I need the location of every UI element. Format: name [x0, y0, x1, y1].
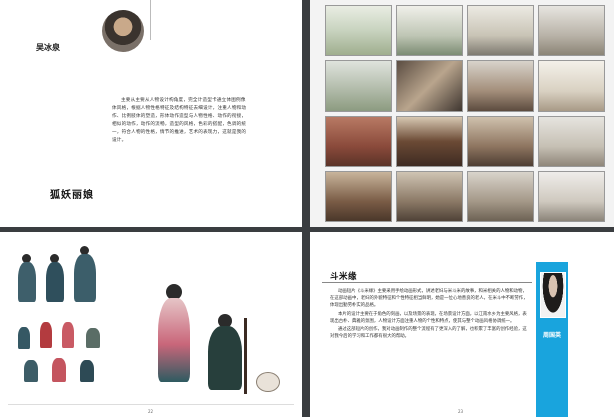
scene-thumbnail[interactable] [325, 5, 392, 57]
scene-thumbnail[interactable] [396, 60, 463, 112]
character-figure[interactable] [52, 358, 66, 382]
body-paragraph: 动画短片《斗米缘》主要采用手绘动画形式，讲述老妇与米斗米的故事，和米相关的人物和… [330, 289, 528, 309]
scene-thumbnail[interactable] [467, 5, 534, 57]
scene-thumbnail[interactable] [538, 5, 605, 57]
spread-page-author-intro: 吴冰泉 主要从主要从人物设计构角度，完全计造型卡通立体图例像体风格，根据人物性格… [0, 0, 302, 227]
intro-paragraph: 主要从主要从人物设计构角度，完全计造型卡通立体图例像体风格，根据人物性格特征及结… [112, 98, 247, 143]
author-name: 吴冰泉 [36, 43, 60, 52]
character-figure[interactable] [46, 262, 64, 302]
character-figure[interactable] [74, 254, 96, 302]
page-footer-rule [8, 404, 294, 405]
scene-thumbnail[interactable] [538, 170, 605, 222]
character-figure[interactable] [40, 322, 52, 348]
author-photo [102, 10, 144, 52]
work-title: 狐妖丽娘 [50, 190, 94, 201]
character-figure[interactable] [18, 262, 36, 302]
scene-thumbnail[interactable] [325, 170, 392, 222]
body-text: 动画短片《斗米缘》主要采用手绘动画形式，讲述老妇与米斗米的故事，和米相关的人物和… [330, 288, 530, 341]
scene-thumbnail[interactable] [538, 115, 605, 167]
author-name: 周国英 [542, 332, 561, 339]
scene-thumbnail-grid [325, 5, 605, 222]
page-number: 23 [458, 409, 464, 414]
animal-character[interactable] [256, 372, 280, 392]
author-photo [540, 272, 566, 318]
scene-thumbnail[interactable] [396, 5, 463, 57]
page-number: 22 [148, 409, 154, 414]
title-rule [322, 282, 532, 283]
scene-thumbnail[interactable] [396, 170, 463, 222]
scene-thumbnail[interactable] [325, 60, 392, 112]
scene-thumbnail[interactable] [538, 60, 605, 112]
scene-thumbnail[interactable] [325, 115, 392, 167]
scene-thumbnail[interactable] [467, 170, 534, 222]
scene-thumbnail[interactable] [396, 115, 463, 167]
walking-staff [244, 318, 247, 394]
work-title: 斗米缘 [330, 272, 358, 282]
scene-thumbnail[interactable] [467, 60, 534, 112]
character-figure[interactable] [18, 327, 30, 349]
body-paragraph: 本片的设计主要在于角色的刻画，以及场景的表现，在场景设计方面，以江南水乡为主要风… [330, 311, 527, 324]
spread-page-author-text: 斗米缘 动画短片《斗米缘》主要采用手绘动画形式，讲述老妇与米斗米的故事，和米相关… [310, 232, 614, 417]
scene-thumbnail[interactable] [467, 115, 534, 167]
main-character[interactable] [158, 298, 190, 382]
divider-line [150, 0, 151, 40]
old-character[interactable] [208, 326, 242, 390]
body-paragraph: 通过这部短片的创作，我对动画制作的整个流程有了更深入的了解，也积累了丰富的创作经… [330, 327, 527, 340]
character-figure[interactable] [80, 360, 94, 382]
spread-page-scene-gallery [310, 0, 614, 227]
spread-page-character-designs: 22 [0, 232, 302, 417]
character-figure[interactable] [86, 328, 100, 348]
character-figure[interactable] [24, 360, 38, 382]
character-figure[interactable] [62, 322, 74, 348]
